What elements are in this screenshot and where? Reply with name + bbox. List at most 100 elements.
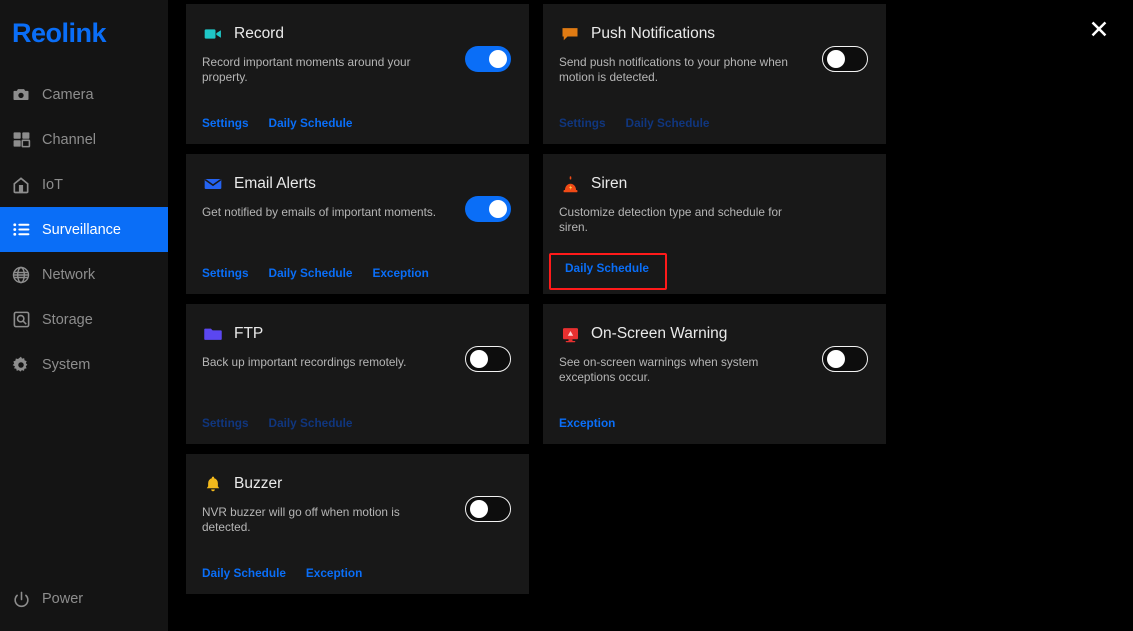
card-links: Daily Schedule bbox=[565, 261, 649, 275]
close-icon[interactable]: ✕ bbox=[1085, 16, 1113, 44]
sidebar-item-label: Network bbox=[42, 266, 96, 283]
card-title: Siren bbox=[591, 175, 628, 192]
email-alerts-settings-link[interactable]: Settings bbox=[202, 266, 249, 280]
card-slot-empty bbox=[543, 454, 886, 594]
siren-daily-schedule-link[interactable]: Daily Schedule bbox=[565, 261, 649, 275]
sidebar-item-iot[interactable]: IoT bbox=[0, 162, 168, 207]
card-row: FTP Back up important recordings remotel… bbox=[186, 304, 906, 444]
email-alerts-daily-schedule-link[interactable]: Daily Schedule bbox=[269, 266, 353, 280]
sidebar-item-label: IoT bbox=[42, 176, 63, 193]
sidebar-item-camera[interactable]: Camera bbox=[0, 72, 168, 117]
card-description: Send push notifications to your phone wh… bbox=[559, 55, 788, 84]
card-description: Get notified by emails of important mome… bbox=[202, 205, 437, 219]
push-notifications-settings-link[interactable]: Settings bbox=[559, 116, 606, 130]
gear-icon bbox=[10, 354, 32, 376]
on-screen-warning-exception-link[interactable]: Exception bbox=[559, 416, 615, 430]
card-links: Settings Daily Schedule bbox=[202, 116, 352, 130]
globe-icon bbox=[10, 264, 32, 286]
card-description: NVR buzzer will go off when motion is de… bbox=[202, 505, 400, 534]
card-description: Customize detection type and schedule fo… bbox=[559, 205, 782, 234]
sidebar-item-label: Surveillance bbox=[42, 221, 121, 238]
toggle-knob bbox=[470, 350, 488, 368]
card-title: Email Alerts bbox=[234, 175, 316, 192]
sidebar-item-network[interactable]: Network bbox=[0, 252, 168, 297]
record-toggle[interactable] bbox=[465, 46, 511, 72]
sidebar-nav: Camera Channel IoT Surveillance Network … bbox=[0, 72, 168, 387]
toggle-knob bbox=[827, 350, 845, 368]
card-on-screen-warning: On-Screen Warning See on-screen warnings… bbox=[543, 304, 886, 444]
sidebar-item-label: Channel bbox=[42, 131, 97, 148]
speech-bubble-icon bbox=[559, 23, 581, 45]
ftp-settings-link[interactable]: Settings bbox=[202, 416, 249, 430]
card-description: See on-screen warnings when system excep… bbox=[559, 355, 759, 384]
card-email-alerts: Email Alerts Get notified by emails of i… bbox=[186, 154, 529, 294]
card-links: Settings Daily Schedule bbox=[559, 116, 709, 130]
toggle-knob bbox=[827, 50, 845, 68]
brand-logo: Reolink bbox=[12, 18, 107, 48]
email-alerts-toggle[interactable] bbox=[465, 196, 511, 222]
buzzer-daily-schedule-link[interactable]: Daily Schedule bbox=[202, 566, 286, 580]
sidebar-item-channel[interactable]: Channel bbox=[0, 117, 168, 162]
card-title: On-Screen Warning bbox=[591, 325, 728, 342]
card-header: Push Notifications bbox=[559, 22, 870, 46]
record-daily-schedule-link[interactable]: Daily Schedule bbox=[269, 116, 353, 130]
app-root: Reolink Camera Channel IoT Surveillance … bbox=[0, 0, 1133, 631]
card-buzzer: Buzzer NVR buzzer will go off when motio… bbox=[186, 454, 529, 594]
card-description: Record important moments around your pro… bbox=[202, 55, 411, 84]
push-notifications-toggle[interactable] bbox=[822, 46, 868, 72]
ftp-toggle[interactable] bbox=[465, 346, 511, 372]
card-row: Buzzer NVR buzzer will go off when motio… bbox=[186, 454, 906, 594]
card-push-notifications: Push Notifications Send push notificatio… bbox=[543, 4, 886, 144]
camera-icon bbox=[10, 84, 32, 106]
card-header: FTP bbox=[202, 322, 513, 346]
folder-icon bbox=[202, 323, 224, 345]
on-screen-warning-toggle[interactable] bbox=[822, 346, 868, 372]
card-row: Record Record important moments around y… bbox=[186, 4, 906, 144]
card-header: On-Screen Warning bbox=[559, 322, 870, 346]
sidebar-item-label: System bbox=[42, 356, 91, 373]
toggle-knob bbox=[489, 200, 507, 218]
card-description: Back up important recordings remotely. bbox=[202, 355, 407, 369]
card-record: Record Record important moments around y… bbox=[186, 4, 529, 144]
card-header: Record bbox=[202, 22, 513, 46]
sidebar-power-label: Power bbox=[42, 591, 84, 607]
power-icon bbox=[10, 588, 32, 610]
push-notifications-daily-schedule-link[interactable]: Daily Schedule bbox=[626, 116, 710, 130]
siren-icon bbox=[559, 173, 581, 195]
ftp-daily-schedule-link[interactable]: Daily Schedule bbox=[269, 416, 353, 430]
card-links: Exception bbox=[559, 416, 615, 430]
sidebar: Reolink Camera Channel IoT Surveillance … bbox=[0, 0, 168, 631]
toggle-knob bbox=[470, 500, 488, 518]
card-title: Buzzer bbox=[234, 475, 283, 492]
video-camera-icon bbox=[202, 23, 224, 45]
sidebar-item-label: Storage bbox=[42, 311, 93, 328]
hard-drive-icon bbox=[10, 309, 32, 331]
sidebar-item-power[interactable]: Power bbox=[0, 585, 83, 613]
home-icon bbox=[10, 174, 32, 196]
bell-icon bbox=[202, 473, 224, 495]
card-header: Email Alerts bbox=[202, 172, 513, 196]
sidebar-item-storage[interactable]: Storage bbox=[0, 297, 168, 342]
content-area: ✕ Record Record important moments around… bbox=[168, 0, 1133, 631]
monitor-warning-icon bbox=[559, 323, 581, 345]
sidebar-item-surveillance[interactable]: Surveillance bbox=[0, 207, 168, 252]
toggle-knob bbox=[489, 50, 507, 68]
card-title: Push Notifications bbox=[591, 25, 716, 42]
card-ftp: FTP Back up important recordings remotel… bbox=[186, 304, 529, 444]
list-icon bbox=[10, 219, 32, 241]
card-title: FTP bbox=[234, 325, 264, 342]
sidebar-item-system[interactable]: System bbox=[0, 342, 168, 387]
envelope-icon bbox=[202, 173, 224, 195]
buzzer-exception-link[interactable]: Exception bbox=[306, 566, 362, 580]
card-row: Email Alerts Get notified by emails of i… bbox=[186, 154, 906, 294]
card-siren: Siren Customize detection type and sched… bbox=[543, 154, 886, 294]
card-links: Settings Daily Schedule bbox=[202, 416, 352, 430]
card-header: Buzzer bbox=[202, 472, 513, 496]
buzzer-toggle[interactable] bbox=[465, 496, 511, 522]
card-links: Settings Daily Schedule Exception bbox=[202, 266, 429, 280]
sidebar-item-label: Camera bbox=[42, 86, 94, 103]
email-alerts-exception-link[interactable]: Exception bbox=[372, 266, 428, 280]
record-settings-link[interactable]: Settings bbox=[202, 116, 249, 130]
card-title: Record bbox=[234, 25, 284, 42]
card-header: Siren bbox=[559, 172, 870, 196]
